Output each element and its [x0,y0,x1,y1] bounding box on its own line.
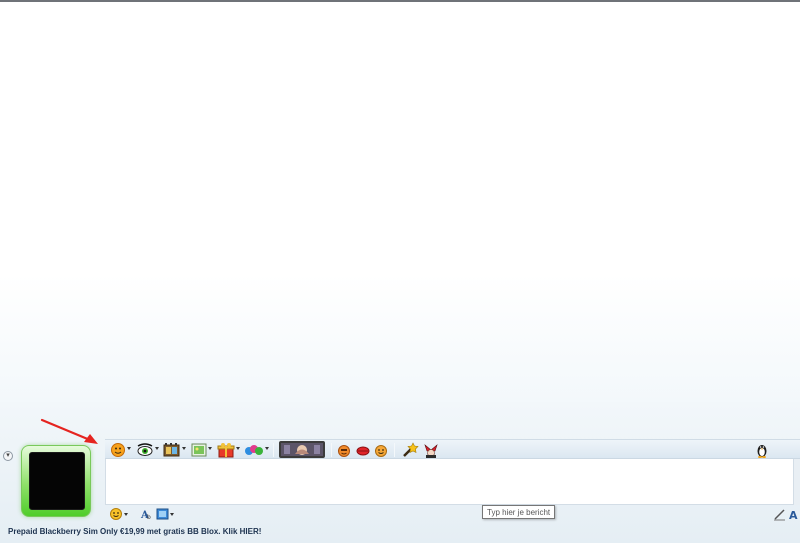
background-icon [156,508,169,520]
film-icon [163,443,180,457]
handwriting-pen-icon [774,509,785,521]
avatar[interactable] [21,445,91,517]
emoticons-menu-button[interactable] [109,507,123,523]
message-input[interactable] [105,459,794,505]
emoticon-icon [110,508,122,520]
red-arrow-annotation [40,418,98,444]
background-button[interactable] [191,442,207,458]
emoticon-button[interactable] [110,442,126,458]
font-icon: A b [140,510,151,521]
chevron-down-icon[interactable] [127,447,131,450]
jester-button[interactable] [423,442,439,458]
jester-icon [424,444,438,458]
conversation-history[interactable] [0,2,800,402]
text-mode-icon: A [789,509,798,521]
gift-icon [217,443,235,458]
magic-wand-button[interactable] [401,442,419,458]
background-picture-icon [191,443,207,457]
wink-eyes-icon [137,443,153,456]
chevron-down-icon[interactable] [208,447,212,450]
winks-button[interactable] [136,442,154,458]
input-tooltip: Typ hier je bericht [482,505,556,519]
chevron-down-icon[interactable] [265,447,269,450]
chevron-down-icon[interactable] [236,447,240,450]
chevron-down-icon[interactable] [170,513,174,516]
chevron-down-icon[interactable] [155,447,159,450]
toolbar-separator [273,443,274,457]
grin-button[interactable] [374,442,388,458]
message-toolbar [105,439,800,459]
chevron-down-icon[interactable] [182,447,186,450]
avatar-picture [29,452,85,510]
toolbar-separator [394,443,395,457]
ad-banner-link[interactable]: Prepaid Blackberry Sim Only €19,99 met g… [8,527,261,536]
svg-text:b: b [147,514,151,521]
text-mode-button[interactable]: A [788,507,800,523]
grin-face-icon [375,445,387,457]
wink-preview-button[interactable] [279,441,325,458]
font-button[interactable]: A b [140,507,154,523]
background-menu-button[interactable] [156,507,170,523]
handwriting-button[interactable] [773,507,787,523]
gift-button[interactable] [217,442,235,458]
magic-wand-icon [403,442,419,457]
video-button[interactable] [163,442,181,458]
games-icon [245,445,263,455]
chevron-down-icon[interactable] [124,513,128,516]
input-scrollbar[interactable] [794,459,800,505]
emoticon-icon [111,443,125,457]
smiley-button[interactable] [337,442,351,458]
format-toolbar: A b A [105,506,800,523]
wink-preview-icon [281,443,323,456]
expand-contact-pane-button[interactable]: ▾ [3,451,13,461]
games-button[interactable] [244,442,264,458]
toolbar-separator [331,443,332,457]
penguin-button[interactable] [755,442,769,458]
kiss-button[interactable] [356,442,370,458]
smiley-face-icon [338,445,350,457]
svg-text:A: A [789,509,798,521]
kiss-lips-icon [356,446,370,456]
penguin-icon [757,445,767,458]
